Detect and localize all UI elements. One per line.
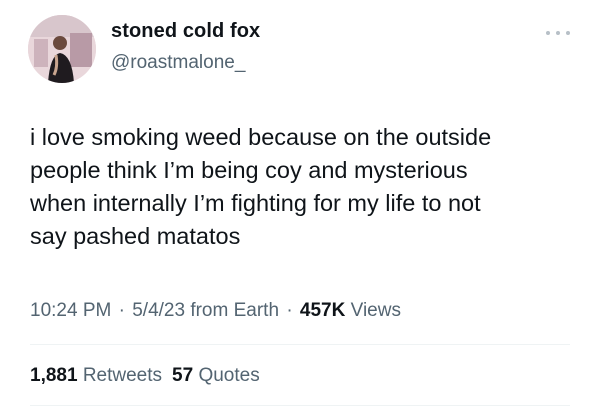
tweet-text-line: say pashed matatos	[30, 223, 241, 249]
avatar[interactable]	[28, 15, 96, 83]
user-handle[interactable]: @roastmalone_	[111, 52, 245, 74]
quotes-count: 57	[172, 365, 194, 386]
views-count[interactable]: 457K	[300, 300, 345, 321]
views-label[interactable]: Views	[351, 300, 401, 321]
tweet-text-line: i love smoking weed because on the outsi…	[30, 124, 492, 150]
tweet-text: i love smoking weed because on the outsi…	[30, 121, 570, 253]
quotes-label: Quotes	[198, 365, 260, 386]
retweets-count: 1,881	[30, 365, 78, 386]
tweet-stats: 1,881 Retweets 57 Quotes	[30, 365, 260, 387]
meta-separator: ·	[286, 300, 293, 321]
tweet-text-line: when internally I’m fighting for my life…	[30, 190, 481, 216]
tweet-text-line: people think I’m being coy and mysteriou…	[30, 157, 468, 183]
tweet-source: from Earth	[190, 300, 280, 321]
tweet-card: stoned cold fox @roastmalone_ i love smo…	[0, 0, 600, 411]
retweets-label: Retweets	[82, 365, 163, 386]
meta-separator: ·	[118, 300, 125, 321]
more-dot	[566, 31, 570, 35]
tweet-date[interactable]: 5/4/23	[132, 300, 185, 321]
quotes-stat[interactable]: 57 Quotes	[172, 365, 260, 386]
more-options-icon[interactable]	[546, 26, 570, 40]
tweet-time[interactable]: 10:24 PM	[30, 300, 111, 321]
more-dot	[546, 31, 550, 35]
avatar-image	[28, 15, 96, 83]
divider	[30, 405, 570, 406]
more-dot	[556, 31, 560, 35]
divider	[30, 344, 570, 345]
tweet-meta: 10:24 PM · 5/4/23 from Earth · 457K View…	[30, 300, 401, 322]
retweets-stat[interactable]: 1,881 Retweets	[30, 365, 162, 386]
display-name[interactable]: stoned cold fox	[111, 20, 260, 43]
